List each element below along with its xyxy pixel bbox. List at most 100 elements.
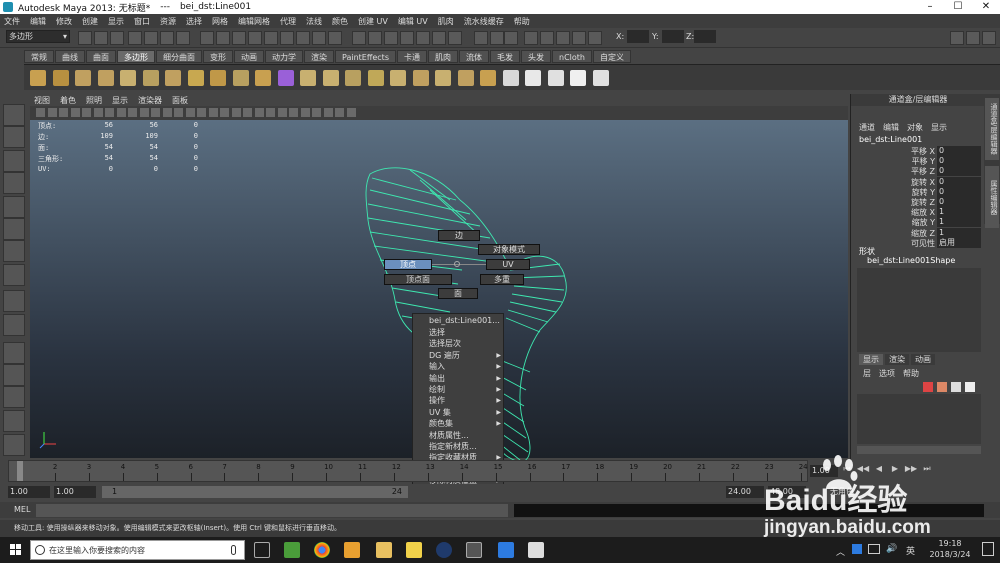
viewport-tool-icon[interactable]	[128, 108, 137, 117]
context-menu-item[interactable]: 选择	[413, 327, 505, 338]
go-start-icon[interactable]: ⏮	[840, 464, 854, 478]
context-menu-item[interactable]: 绘制 ▶	[413, 384, 505, 395]
menu-item[interactable]: 颜色	[332, 16, 348, 27]
layer-list[interactable]	[857, 394, 981, 444]
microphone-icon[interactable]	[231, 545, 236, 555]
poly-tool-icon[interactable]	[480, 70, 496, 86]
viewport-tool-icon[interactable]	[82, 108, 91, 117]
context-menu-item[interactable]: 材质属性...	[413, 430, 505, 441]
toolbar-button[interactable]	[144, 31, 158, 45]
tool-button[interactable]	[3, 410, 25, 432]
viewport-tool-icon[interactable]	[139, 108, 149, 117]
channel-value[interactable]: 1	[937, 207, 981, 218]
poly-tool-icon[interactable]	[322, 70, 339, 86]
layer-tool-icon[interactable]	[965, 382, 975, 392]
viewport-menu-item[interactable]: 渲染器	[138, 95, 162, 106]
toolbar-button[interactable]	[524, 31, 538, 45]
range-slider[interactable]: 1 24	[102, 486, 408, 498]
character-set-label[interactable]: 无角色	[830, 486, 854, 497]
poly-tool-icon[interactable]	[367, 70, 384, 86]
viewport-tool-icon[interactable]	[254, 108, 264, 117]
viewport-tool-icon[interactable]	[174, 108, 183, 117]
context-menu-item[interactable]: 输入 ▶	[413, 361, 505, 372]
close-button[interactable]: ✕	[972, 0, 1000, 14]
context-menu-item[interactable]: 输出 ▶	[413, 373, 505, 384]
maximize-button[interactable]: ☐	[944, 0, 972, 14]
range-start-field[interactable]: 1.00	[8, 486, 50, 498]
poly-tool-icon[interactable]	[525, 70, 541, 86]
menu-item[interactable]: 编辑网格	[238, 16, 270, 27]
poly-tool-icon[interactable]	[210, 70, 226, 86]
menu-item[interactable]: 代理	[280, 16, 296, 27]
channel-box-menu-item[interactable]: 显示	[931, 122, 947, 132]
playback-end-field[interactable]: 24.00	[726, 486, 764, 498]
poly-tool-icon[interactable]	[547, 70, 564, 86]
chrome-icon[interactable]	[314, 542, 330, 558]
toolbar-button[interactable]	[296, 31, 310, 45]
channel-row[interactable]: 缩放 Z1	[851, 227, 985, 238]
tray-chevron-icon[interactable]: ︿	[836, 545, 845, 558]
shelf-tab[interactable]: 流体	[459, 50, 489, 63]
tool-button[interactable]	[3, 264, 25, 286]
viewport-tool-icon[interactable]	[70, 108, 80, 117]
toolbar-button[interactable]	[176, 31, 190, 45]
channel-row[interactable]: 平移 Z0	[851, 166, 985, 177]
toolbar-button[interactable]	[78, 31, 92, 45]
poly-tool-icon[interactable]	[120, 70, 136, 86]
viewport-menu-item[interactable]: 照明	[86, 95, 102, 106]
taskbar-search-input[interactable]: 在这里输入你要搜索的内容	[30, 540, 245, 560]
viewport-tool-icon[interactable]	[93, 108, 103, 117]
shelf-tab[interactable]: 曲线	[55, 50, 85, 63]
poly-tool-icon[interactable]	[300, 70, 316, 86]
viewport-tool-icon[interactable]	[346, 108, 356, 117]
shelf-tab[interactable]: 毛发	[490, 50, 520, 63]
poly-tool-icon[interactable]	[592, 70, 609, 86]
playback-start-field[interactable]: 1.00	[54, 486, 96, 498]
toolbar-button[interactable]	[200, 31, 214, 45]
tray-app-icon[interactable]	[852, 544, 862, 554]
menu-item[interactable]: 窗口	[134, 16, 150, 27]
shape-name[interactable]: bei_dst:Line001Shape	[867, 256, 955, 265]
poly-tool-icon[interactable]	[232, 70, 249, 86]
poly-tool-icon[interactable]	[435, 70, 451, 86]
poly-tool-icon[interactable]	[345, 70, 361, 86]
menu-item[interactable]: 创建	[82, 16, 98, 27]
shelf-tab[interactable]: 肌肉	[428, 50, 458, 63]
layer-menu-item[interactable]: 选项	[879, 368, 895, 379]
tool-button[interactable]	[3, 172, 25, 194]
maya-taskbar-icon[interactable]	[466, 542, 482, 558]
channel-value[interactable]: 1	[937, 217, 981, 228]
toolbar-button[interactable]	[572, 31, 586, 45]
toolbar-button[interactable]	[400, 31, 414, 45]
viewport-tool-icon[interactable]	[300, 108, 310, 117]
shelf-tab[interactable]: 渲染	[304, 50, 334, 63]
layout-button[interactable]	[966, 31, 980, 45]
context-menu-item[interactable]: 操作 ▶	[413, 395, 505, 406]
viewport-tool-icon[interactable]	[105, 108, 114, 117]
toolbar-button[interactable]	[110, 31, 124, 45]
layer-tab[interactable]: 渲染	[885, 354, 909, 365]
viewport-tool-icon[interactable]	[312, 108, 321, 117]
viewport-tool-icon[interactable]	[151, 108, 160, 117]
toolbar-button[interactable]	[490, 31, 504, 45]
channel-row[interactable]: 旋转 Z0	[851, 197, 985, 207]
toolbar-button[interactable]	[384, 31, 398, 45]
toolbar-button[interactable]	[504, 31, 518, 45]
layer-scrollbar[interactable]	[857, 446, 981, 454]
shelf-tab[interactable]: 细分曲面	[156, 50, 202, 63]
toolbar-button[interactable]	[328, 31, 342, 45]
tool-button[interactable]	[3, 126, 25, 148]
poly-tool-icon[interactable]	[255, 70, 271, 86]
toolbar-button[interactable]	[352, 31, 366, 45]
tool-button[interactable]	[3, 150, 25, 172]
side-tab[interactable]: 属性编辑器	[985, 166, 999, 228]
shelf-tab[interactable]: 动力学	[265, 50, 303, 63]
network-icon[interactable]	[868, 544, 880, 554]
menu-item[interactable]: 流水线缓存	[464, 16, 504, 27]
channel-box-menu-item[interactable]: 对象	[907, 122, 923, 132]
marking-menu-edge[interactable]: 边	[438, 230, 480, 241]
viewport-tool-icon[interactable]	[116, 108, 126, 117]
channel-box-menu-item[interactable]: 编辑	[883, 122, 899, 132]
viewport-tool-icon[interactable]	[335, 108, 344, 117]
poly-tool-icon[interactable]	[412, 70, 429, 86]
